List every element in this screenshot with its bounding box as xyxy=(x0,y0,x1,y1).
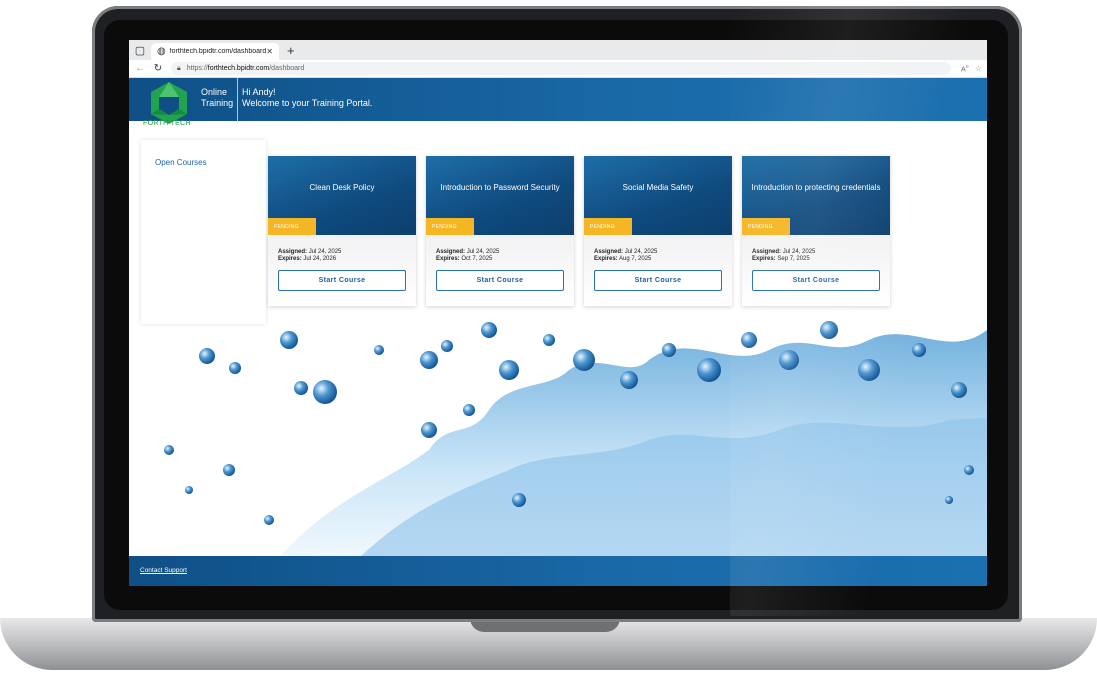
course-card-body: Assigned: Jul 24, 2025 Expires: Oct 7, 2… xyxy=(426,235,574,306)
start-course-button[interactable]: Start Course xyxy=(436,270,564,291)
read-aloud-icon[interactable]: A» xyxy=(961,64,969,73)
globe-icon: ◍ xyxy=(157,46,166,57)
course-card-body: Assigned: Jul 24, 2025 Expires: Aug 7, 2… xyxy=(584,235,732,306)
status-badge: PENDING xyxy=(742,218,790,235)
course-card-header: Introduction to protecting credentials P… xyxy=(742,156,890,235)
status-badge: PENDING xyxy=(584,218,632,235)
course-card-body: Assigned: Jul 24, 2025 Expires: Jul 24, … xyxy=(268,235,416,306)
browser-tab[interactable]: ◍ forthtech.bpidtr.com/dashboard ✕ xyxy=(151,43,279,60)
start-course-button[interactable]: Start Course xyxy=(594,270,722,291)
course-card-header: Clean Desk Policy PENDING xyxy=(268,156,416,235)
browser-tab-bar: ▢ ◍ forthtech.bpidtr.com/dashboard ✕ + xyxy=(129,40,987,60)
favorite-star-icon[interactable]: ☆ xyxy=(975,64,982,73)
address-bar: ← ↻ 🔒︎ https://forthtech.bpidtr.com/dash… xyxy=(129,60,987,78)
url-text: https://forthtech.bpidtr.com/dashboard xyxy=(186,65,305,72)
expires-date: Expires: Sep 7, 2025 xyxy=(752,256,810,262)
assigned-date: Assigned: Jul 24, 2025 xyxy=(436,249,500,255)
back-icon[interactable]: ← xyxy=(133,63,147,74)
expires-date: Expires: Aug 7, 2025 xyxy=(594,256,652,262)
new-tab-icon[interactable]: + xyxy=(287,43,295,58)
assigned-date: Assigned: Jul 24, 2025 xyxy=(278,249,342,255)
header-divider xyxy=(237,78,238,121)
app-footer: Contact Support xyxy=(129,556,987,586)
start-course-button[interactable]: Start Course xyxy=(752,270,880,291)
course-card: Clean Desk Policy PENDING Assigned: Jul … xyxy=(268,156,416,306)
course-title: Clean Desk Policy xyxy=(309,183,375,192)
brand-title: Online Training xyxy=(201,87,234,108)
tab-actions-icon[interactable]: ▢ xyxy=(129,40,151,60)
course-card: Introduction to Password Security PENDIN… xyxy=(426,156,574,306)
status-badge: PENDING xyxy=(268,218,316,235)
greeting: Hi Andy! Welcome to your Training Portal… xyxy=(242,87,373,108)
expires-date: Expires: Oct 7, 2025 xyxy=(436,256,493,262)
course-title: Introduction to Password Security xyxy=(440,183,560,192)
contact-support-link[interactable]: Contact Support xyxy=(140,567,187,574)
tab-title: forthtech.bpidtr.com/dashboard xyxy=(169,48,267,55)
course-card-body: Assigned: Jul 24, 2025 Expires: Sep 7, 2… xyxy=(742,235,890,306)
course-card-header: Introduction to Password Security PENDIN… xyxy=(426,156,574,235)
assigned-date: Assigned: Jul 24, 2025 xyxy=(752,249,816,255)
status-badge: PENDING xyxy=(426,218,474,235)
screen: ▢ ◍ forthtech.bpidtr.com/dashboard ✕ + ←… xyxy=(129,40,987,586)
course-card-header: Social Media Safety PENDING xyxy=(584,156,732,235)
start-course-button[interactable]: Start Course xyxy=(278,270,406,291)
sidebar: Open Courses xyxy=(141,140,266,324)
course-card: Social Media Safety PENDING Assigned: Ju… xyxy=(584,156,732,306)
expires-date: Expires: Jul 24, 2026 xyxy=(278,256,337,262)
close-icon[interactable]: ✕ xyxy=(266,47,273,56)
course-card: Introduction to protecting credentials P… xyxy=(742,156,890,306)
water-splash-image xyxy=(164,321,987,558)
lock-icon: 🔒︎ xyxy=(177,64,181,72)
assigned-date: Assigned: Jul 24, 2025 xyxy=(594,249,658,255)
reload-icon[interactable]: ↻ xyxy=(151,63,165,74)
logo-text: FORTH TECH xyxy=(143,120,191,127)
url-input[interactable]: 🔒︎ https://forthtech.bpidtr.com/dashboar… xyxy=(171,62,951,75)
app-header: FORTH TECH Online Training Hi Andy! Welc… xyxy=(129,78,987,127)
course-title: Introduction to protecting credentials xyxy=(751,183,881,192)
sidebar-item-open-courses[interactable]: Open Courses xyxy=(155,158,207,167)
course-title: Social Media Safety xyxy=(622,183,694,192)
